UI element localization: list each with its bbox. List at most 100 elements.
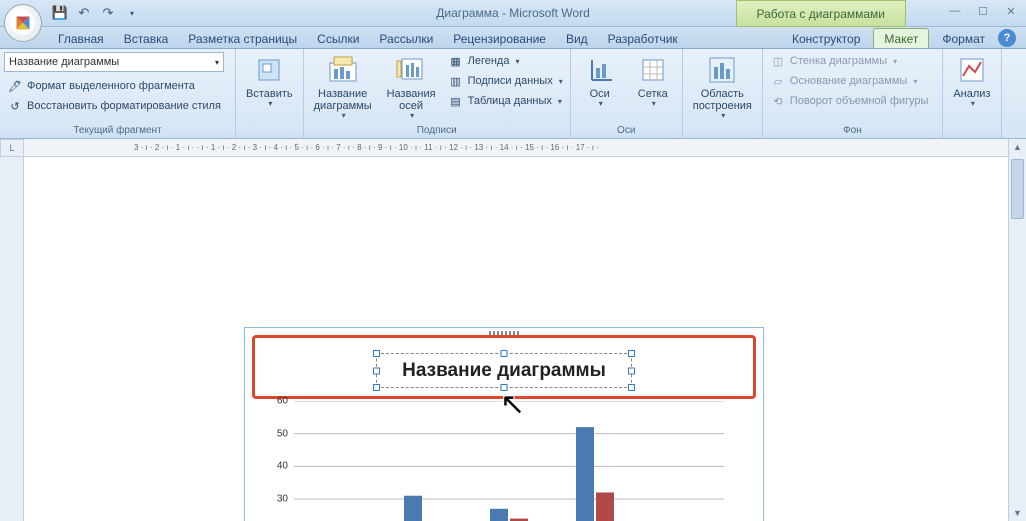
window-controls: — ☐ ✕ [944,3,1022,19]
document-canvas[interactable]: Название диаграммы ↖ 0102030405060 Вечер… [24,157,1026,521]
resize-handle[interactable] [628,367,635,374]
gridlines-icon [637,54,669,86]
document-area: L 3 · ı · 2 · ı · 1 · ı · · ı · 1 · ı · … [0,139,1026,521]
chart-title-label: Название диаграммы [314,88,372,112]
chart-title-text[interactable]: Название диаграммы [402,360,606,382]
close-button[interactable]: ✕ [1000,3,1022,19]
plot-area-label: Область построения [693,88,752,112]
data-table-button[interactable]: ▤Таблица данных [445,92,566,110]
ribbon-tabs: Главная Вставка Разметка страницы Ссылки… [0,27,1026,49]
context-tab-title: Работа с диаграммами [736,0,907,27]
resize-handle[interactable] [373,350,380,357]
resize-handle[interactable] [628,384,635,391]
tab-design[interactable]: Конструктор [782,29,870,48]
analysis-label: Анализ [953,88,990,100]
undo-icon[interactable]: ↶ [74,3,94,23]
resize-handle[interactable] [628,350,635,357]
tab-mailings[interactable]: Рассылки [369,29,443,48]
rotate-3d-label: Поворот объемной фигуры [790,95,929,107]
qat-customize-icon[interactable]: ▾ [122,3,142,23]
vertical-ruler[interactable] [0,157,24,521]
ribbon: Название диаграммы ▾ 🖊Формат выделенного… [0,49,1026,139]
tab-insert[interactable]: Вставка [114,29,179,48]
title-bar: 💾 ↶ ↷ ▾ Диаграмма - Microsoft Word Работ… [0,0,1026,27]
group-background: ◫ Стенка диаграммы ▱ Основание диаграммы ⟲… [763,49,943,138]
legend-button[interactable]: ▦ Легенда [445,52,566,70]
chart-wall-label: Стенка диаграммы [790,55,887,67]
resize-handle[interactable] [373,367,380,374]
group-label-background: Фон [763,124,942,138]
redo-icon[interactable]: ↷ [98,3,118,23]
data-table-icon: ▤ [448,93,464,109]
group-label-labels: Подписи [304,124,570,138]
horizontal-ruler[interactable]: 3 · ı · 2 · ı · 1 · ı · · ı · 1 · ı · 2 … [24,139,1026,157]
dropdown-icon: ▾ [215,58,219,67]
data-labels-button[interactable]: ▥Подписи данных [445,72,566,90]
legend-icon: ▦ [448,53,464,69]
reset-style-icon: ↺ [7,98,23,114]
data-labels-icon: ▥ [448,73,464,89]
group-label-plot [683,124,762,138]
vertical-scrollbar[interactable]: ▲ ▼ [1008,139,1026,521]
ruler-corner[interactable]: L [0,139,24,157]
insert-button[interactable]: Вставить [240,52,299,111]
rotate-3d-button: ⟲ Поворот объемной фигуры [767,92,932,110]
chart-title-button[interactable]: Название диаграммы [308,52,378,123]
group-label-analysis [943,124,1001,138]
group-label-insert [236,124,303,138]
plot-area-button[interactable]: Область построения [687,52,758,123]
chart-title-textbox[interactable]: Название диаграммы [376,353,632,388]
tab-review[interactable]: Рецензирование [443,29,556,48]
format-selection-button[interactable]: 🖊Формат выделенного фрагмента [4,77,231,95]
group-current-selection: Название диаграммы ▾ 🖊Формат выделенного… [0,49,236,138]
scroll-thumb[interactable] [1011,159,1024,219]
axis-titles-label: Названия осей [387,88,436,112]
gridlines-label: Сетка [638,88,668,100]
chart-title-icon [327,54,359,86]
resize-handle[interactable] [501,350,508,357]
insert-icon [253,54,285,86]
group-label-axes: Оси [571,124,682,138]
analysis-button[interactable]: Анализ [947,52,997,111]
plot-area-icon [706,54,738,86]
chart-element-selector-value: Название диаграммы [9,56,119,68]
tab-references[interactable]: Ссылки [307,29,369,48]
rotate-3d-icon: ⟲ [770,93,786,109]
tab-layout[interactable]: Разметка страницы [178,29,307,48]
y-axis-labels: 0102030405060 [264,401,290,521]
tab-view[interactable]: Вид [556,29,598,48]
tab-home[interactable]: Главная [48,29,114,48]
axis-titles-button[interactable]: Названия осей [381,52,442,123]
help-button[interactable]: ? [998,29,1016,47]
office-button[interactable] [4,4,42,42]
group-label-current: Текущий фрагмент [0,124,235,138]
group-insert: Вставить [236,49,304,138]
save-icon[interactable]: 💾 [50,3,70,23]
reset-style-button[interactable]: ↺Восстановить форматирование стиля [4,97,231,115]
tab-format[interactable]: Формат [932,29,995,48]
minimize-button[interactable]: — [944,3,966,19]
axes-label: Оси [590,88,610,100]
chart-wall-button: ◫ Стенка диаграммы [767,52,932,70]
legend-label: Легенда [468,55,510,67]
maximize-button[interactable]: ☐ [972,3,994,19]
analysis-icon [956,54,988,86]
scroll-up-icon[interactable]: ▲ [1009,139,1026,155]
group-analysis: Анализ [943,49,1002,138]
chart-wall-icon: ◫ [770,53,786,69]
tab-developer[interactable]: Разработчик [598,29,688,48]
scroll-down-icon[interactable]: ▼ [1009,505,1026,521]
group-axes: Оси Сетка Оси [571,49,683,138]
insert-label: Вставить [246,88,293,100]
gridlines-button[interactable]: Сетка [628,52,678,111]
quick-access-toolbar: 💾 ↶ ↷ ▾ [50,3,142,23]
chart-element-selector[interactable]: Название диаграммы ▾ [4,52,224,72]
tab-chart-layout[interactable]: Макет [873,28,929,48]
chart-floor-button: ▱ Основание диаграммы [767,72,932,90]
chart-floor-icon: ▱ [770,73,786,89]
format-selection-label: Формат выделенного фрагмента [27,80,195,92]
cursor-icon: ↖ [500,387,525,422]
axes-button[interactable]: Оси [575,52,625,111]
chart-floor-label: Основание диаграммы [790,75,907,87]
resize-handle[interactable] [373,384,380,391]
